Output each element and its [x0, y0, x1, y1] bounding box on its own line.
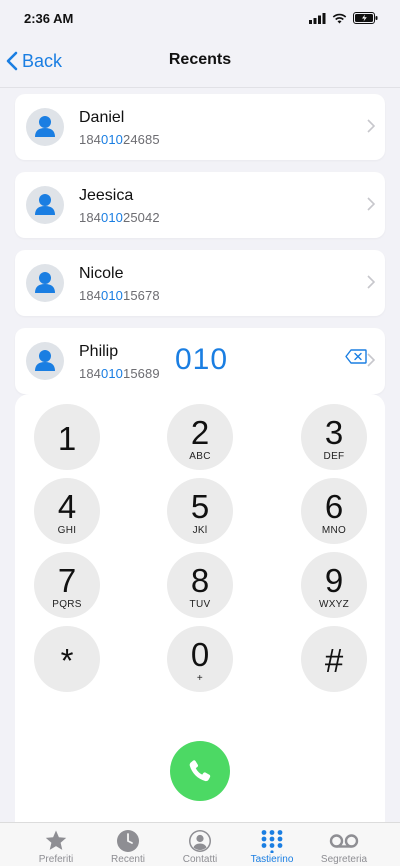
key-digit: 8 — [190, 562, 210, 599]
contact-card-daniel[interactable]: Daniel 18401024685 — [15, 94, 385, 160]
key-star[interactable]: * — [34, 626, 100, 692]
key-letters: PQRS — [52, 599, 82, 610]
tab-label: Segreteria — [320, 854, 368, 865]
status-bar: 2:36 AM — [0, 0, 400, 36]
contact-number: 18401015678 — [79, 288, 160, 303]
chevron-right-icon — [367, 353, 375, 367]
tab-preferiti[interactable]: Preferiti — [20, 827, 92, 866]
key-letters: GHI — [57, 525, 77, 536]
person-icon — [35, 116, 55, 137]
contact-number: 18401024685 — [79, 132, 160, 147]
key-digit: 9 — [324, 562, 344, 599]
key-9[interactable]: 9 WXYZ — [301, 552, 367, 618]
phone-icon — [189, 760, 211, 782]
key-4[interactable]: 4 GHI — [34, 478, 100, 544]
wifi-icon — [332, 13, 347, 23]
key-digit: * — [60, 642, 74, 679]
contact-name: Daniel — [79, 109, 125, 126]
key-letters: + — [196, 673, 204, 684]
avatar — [26, 342, 64, 380]
status-icons — [309, 11, 378, 25]
contact-card-nicole[interactable]: Nicole 18401015678 — [15, 250, 385, 316]
tab-label: Contatti — [182, 854, 218, 865]
tab-segreteria[interactable]: Segreteria — [308, 827, 380, 866]
dialed-number: 010 — [175, 343, 229, 376]
keypad-icon — [261, 830, 283, 853]
person-icon — [35, 272, 55, 293]
tab-label: Recenti — [111, 854, 145, 865]
tab-label: Preferiti — [38, 854, 74, 865]
key-6[interactable]: 6 MNO — [301, 478, 367, 544]
key-digit: 2 — [190, 414, 210, 451]
star-icon — [45, 830, 67, 850]
tab-tastierino[interactable]: Tastierino — [236, 827, 308, 866]
contact-number: 18401015689 — [79, 366, 160, 381]
nav-bar: Back Recents — [0, 36, 400, 88]
tab-bar: Preferiti Recenti Contatti Tastierino Se… — [0, 822, 400, 866]
key-letters: DEF — [323, 451, 345, 462]
key-1[interactable]: 1 — [34, 404, 100, 470]
key-hash[interactable]: # — [301, 626, 367, 692]
backspace-icon[interactable] — [345, 349, 367, 364]
contact-name: Jeesica — [79, 187, 134, 204]
key-letters: TUV — [189, 599, 211, 610]
key-letters: MNO — [321, 525, 347, 536]
contact-name: Nicole — [79, 265, 124, 282]
key-digit: # — [324, 642, 344, 679]
call-button[interactable] — [170, 741, 230, 801]
key-digit: 1 — [57, 420, 77, 457]
contact-name: Philip — [79, 343, 119, 360]
signal-icon — [309, 12, 326, 24]
key-digit: 5 — [190, 488, 210, 525]
tab-label: Tastierino — [250, 854, 294, 865]
tab-contatti[interactable]: Contatti — [164, 827, 236, 866]
key-2[interactable]: 2 ABC — [167, 404, 233, 470]
status-time: 2:36 AM — [24, 11, 74, 26]
contact-card-jeesica[interactable]: Jeesica 18401025042 — [15, 172, 385, 238]
key-letters: WXYZ — [318, 599, 350, 610]
person-icon — [35, 350, 55, 371]
contact-number: 18401025042 — [79, 210, 160, 225]
avatar — [26, 186, 64, 224]
key-digit: 7 — [57, 562, 77, 599]
avatar — [26, 264, 64, 302]
battery-icon — [353, 12, 378, 24]
key-digit: 3 — [324, 414, 344, 451]
key-digit: 4 — [57, 488, 77, 525]
key-8[interactable]: 8 TUV — [167, 552, 233, 618]
key-5[interactable]: 5 JKl — [167, 478, 233, 544]
key-3[interactable]: 3 DEF — [301, 404, 367, 470]
key-letters: ABC — [189, 451, 211, 462]
voicemail-icon — [329, 834, 359, 848]
key-digit: 6 — [324, 488, 344, 525]
key-7[interactable]: 7 PQRS — [34, 552, 100, 618]
avatar — [26, 108, 64, 146]
person-icon — [35, 194, 55, 215]
chevron-right-icon — [367, 197, 375, 211]
key-0[interactable]: 0 + — [167, 626, 233, 692]
chevron-right-icon — [367, 119, 375, 133]
clock-icon — [117, 830, 139, 852]
page-title: Recents — [168, 51, 232, 68]
tab-recenti[interactable]: Recenti — [92, 827, 164, 866]
contact-icon — [189, 830, 211, 852]
key-letters: JKl — [192, 525, 208, 536]
chevron-right-icon — [367, 275, 375, 289]
key-digit: 0 — [190, 636, 210, 673]
